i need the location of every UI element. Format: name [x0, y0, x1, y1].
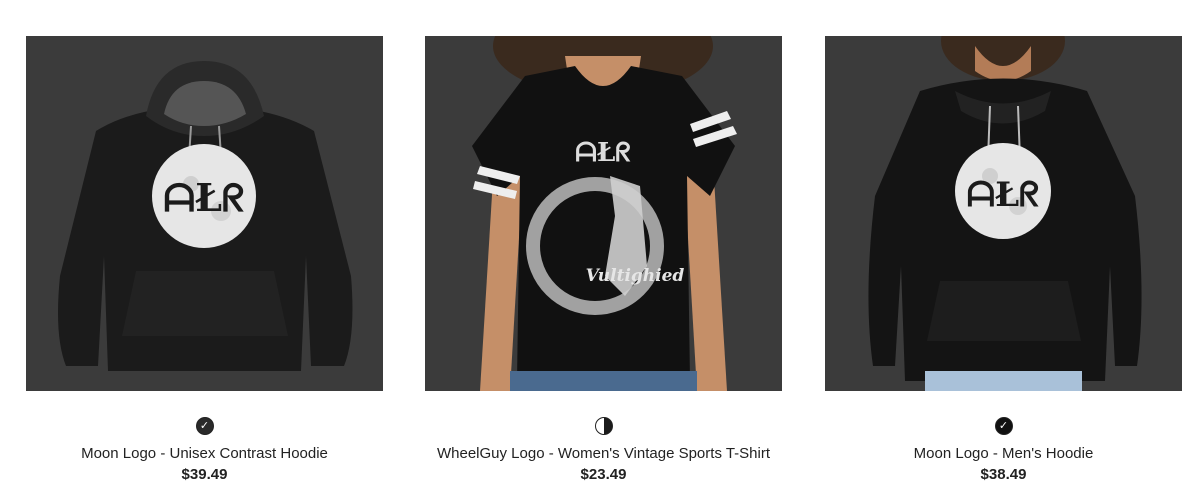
product-card[interactable]: ᗩŁᖇ Vultighied WheelGuy Logo - Women's V… [425, 36, 782, 483]
product-title[interactable]: WheelGuy Logo - Women's Vintage Sports T… [425, 445, 782, 462]
product-title[interactable]: Moon Logo - Unisex Contrast Hoodie [26, 445, 383, 462]
product-price: $38.49 [980, 466, 1027, 483]
product-grid: ᗩŁᖇ ✓ Moon Logo - Unisex Contrast Hoodie… [0, 0, 1200, 500]
print-logo: ᗩŁᖇ [163, 175, 244, 220]
checkmark-icon: ✓ [998, 419, 1009, 432]
checkmark-icon: ✓ [199, 419, 210, 432]
color-swatch[interactable] [594, 417, 613, 435]
hoodie-illustration: ᗩŁᖇ [26, 36, 383, 391]
hoodie-illustration: ᗩŁᖇ [825, 36, 1182, 391]
product-image[interactable]: ᗩŁᖇ [26, 36, 383, 391]
color-swatch[interactable]: ✓ [195, 417, 214, 435]
tshirt-illustration: ᗩŁᖇ Vultighied [425, 36, 782, 391]
product-image[interactable]: ᗩŁᖇ [825, 36, 1182, 391]
color-swatches [425, 417, 782, 439]
product-card[interactable]: ᗩŁᖇ ✓ Moon Logo - Unisex Contrast Hoodie… [26, 36, 383, 483]
print-text: Vultighied [586, 266, 685, 286]
product-price: $23.49 [580, 466, 627, 483]
color-swatches: ✓ [26, 417, 383, 439]
print-logo: ᗩŁᖇ [967, 175, 1040, 215]
product-price: $39.49 [181, 466, 228, 483]
product-image[interactable]: ᗩŁᖇ Vultighied [425, 36, 782, 391]
color-swatches: ✓ [825, 417, 1182, 439]
color-swatch[interactable]: ✓ [994, 417, 1013, 435]
product-card[interactable]: ᗩŁᖇ ✓ Moon Logo - Men's Hoodie $38.49 [825, 36, 1182, 483]
svg-text:ᗩŁᖇ: ᗩŁᖇ [575, 138, 630, 168]
product-title[interactable]: Moon Logo - Men's Hoodie [825, 445, 1182, 462]
